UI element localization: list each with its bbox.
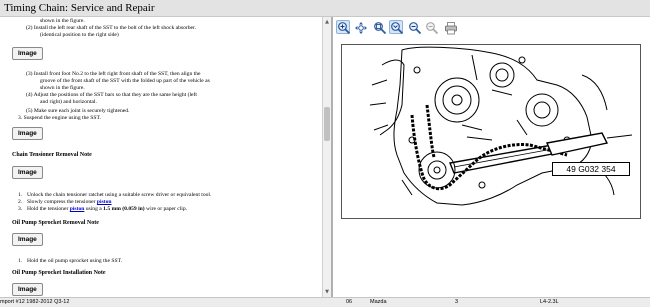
doc-line: (4) Adjust the positions of the SST bars… (26, 92, 197, 98)
vertical-scrollbar[interactable]: ▲ ▼ (322, 17, 331, 297)
doc-line: Hold the oil pump sprocket using the SST… (27, 258, 122, 264)
piston-link[interactable]: piston (97, 199, 112, 205)
doc-line: shown in the figure. (40, 18, 85, 24)
section-heading: Oil Pump Sprocket Removal Note (12, 220, 99, 226)
section-heading: Chain Tensioner Removal Note (12, 152, 92, 158)
engine-illustration (369, 46, 633, 206)
print-icon[interactable] (443, 20, 457, 35)
scroll-thumb[interactable] (324, 107, 330, 141)
zoom-out-disabled-icon[interactable] (424, 20, 439, 35)
step-number: 2. (18, 199, 23, 205)
zoom-fit-icon[interactable] (389, 20, 404, 35)
doc-line: groove of the front shaft of the SST wit… (40, 78, 210, 84)
step-number: 3. (18, 206, 23, 212)
status-copyright: mport #12 1982-2012 Q3-12 (0, 299, 70, 305)
step-text: Hold the tensioner (27, 206, 70, 212)
doc-line: Unlock the chain tensioner ratchet using… (27, 192, 212, 198)
image-button[interactable]: Image (12, 233, 43, 246)
doc-line: Hold the tensioner piston using a 1.5 mm… (27, 206, 187, 213)
scroll-down-icon[interactable]: ▼ (323, 288, 331, 296)
doc-line: (3) Install front foot No.2 to the left … (26, 71, 201, 77)
step-number: 1. (18, 192, 23, 198)
doc-line: (identical position to the right side) (40, 32, 119, 38)
status-bar: mport #12 1982-2012 Q3-12 06 Mazda 3 L4-… (0, 297, 650, 307)
doc-line: (5) Make sure each joint is securely tig… (26, 108, 130, 114)
step-text: wire or paper clip. (144, 206, 188, 212)
image-button[interactable]: Image (12, 47, 43, 60)
step-number: 1. (18, 258, 23, 264)
section-heading: Oil Pump Sprocket Installation Note (12, 270, 106, 276)
image-pane: 49 G032 354 am3uuw0000108 (333, 17, 650, 297)
doc-line: Slowly compress the tensioner piston (27, 199, 112, 206)
figure-frame: 49 G032 354 am3uuw0000108 (341, 44, 641, 219)
image-button[interactable]: Image (12, 166, 43, 179)
measurement: 1.5 mm (0.059 in) (103, 206, 145, 212)
image-button[interactable]: Image (12, 283, 43, 296)
window-title: Timing Chain: Service and Repair (4, 2, 155, 14)
image-toolbar (333, 17, 650, 39)
document-pane[interactable]: shown in the figure. (2) Install the lef… (0, 17, 322, 297)
step-text: using a (84, 206, 104, 212)
zoom-out-icon[interactable] (407, 20, 422, 35)
doc-line: (2) Install the left rear shaft of the S… (26, 25, 196, 31)
piston-link[interactable]: piston (70, 206, 85, 212)
status-engine: L4-2.3L (540, 299, 559, 305)
doc-line: and right) and horizontal. (40, 99, 97, 105)
doc-line: shown in the figure. (40, 85, 85, 91)
step-text: Slowly compress the tensioner (27, 199, 97, 205)
image-button[interactable]: Image (12, 127, 43, 140)
doc-line: 3. Suspend the engine using the SST. (18, 115, 101, 121)
tool-callout: 49 G032 354 (552, 162, 630, 176)
pan-icon[interactable] (353, 20, 367, 34)
status-field: 3 (455, 299, 459, 305)
scroll-up-icon[interactable]: ▲ (323, 18, 331, 26)
title-bar: Timing Chain: Service and Repair (0, 0, 650, 17)
status-make: Mazda (370, 299, 387, 305)
zoom-region-icon[interactable] (372, 20, 387, 35)
status-field: 06 (346, 299, 353, 305)
zoom-in-icon[interactable] (336, 20, 351, 35)
